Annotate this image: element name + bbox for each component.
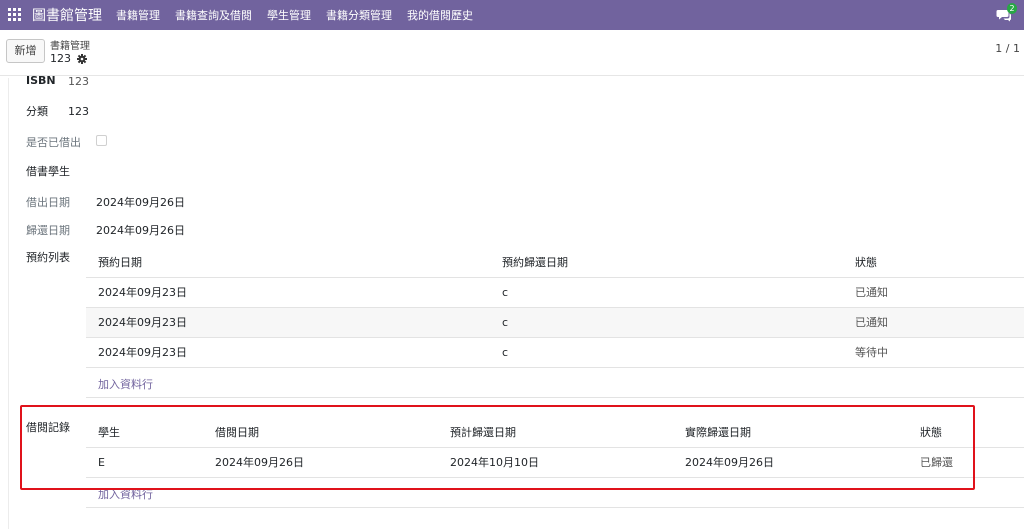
isbn-label: ISBN xyxy=(26,74,56,87)
cell-reserve-date: 2024年09月23日 xyxy=(98,286,187,299)
pager-value[interactable]: 1 / 1 xyxy=(995,42,1020,55)
cell-reserve-return-date: c xyxy=(502,316,509,329)
reservations-label: 預約列表 xyxy=(26,251,70,264)
add-reservation-line-link[interactable]: 加入資料行 xyxy=(98,376,153,392)
cell-reserve-return-date: c xyxy=(502,346,509,359)
table-row[interactable]: 2024年09月23日 c 已通知 xyxy=(86,278,1024,308)
column-header-borrow-date[interactable]: 借閱日期 xyxy=(215,418,259,448)
isbn-value[interactable]: 123 xyxy=(68,75,89,88)
cell-reserve-return-date: c xyxy=(502,286,509,299)
category-label: 分類 xyxy=(26,105,48,118)
table-row[interactable]: 2024年09月23日 c 已通知 xyxy=(86,308,1024,338)
borrowed-checkbox[interactable] xyxy=(96,135,107,146)
app-brand[interactable]: 圖書館管理 xyxy=(32,5,102,25)
messages-button[interactable]: 2 xyxy=(996,3,1017,24)
borrow-date-value[interactable]: 2024年09月26日 xyxy=(96,194,185,210)
control-panel: 新增 書籍管理 123 1 / 1 xyxy=(0,30,1024,76)
column-header-status[interactable]: 狀態 xyxy=(920,418,942,448)
cell-expected-return: 2024年10月10日 xyxy=(450,456,539,469)
category-value[interactable]: 123 xyxy=(68,105,89,118)
breadcrumb-current: 123 xyxy=(50,52,87,65)
history-label: 借閱記錄 xyxy=(26,421,70,434)
main-menu: 書籍管理 書籍查詢及借閱 學生管理 書籍分類管理 我的借閱歷史 xyxy=(116,7,488,23)
cell-reserve-date: 2024年09月23日 xyxy=(98,346,187,359)
gear-icon[interactable] xyxy=(77,53,87,64)
history-table: 學生 借閱日期 預計歸還日期 實際歸還日期 狀態 E 2024年09月26日 2… xyxy=(86,418,1024,510)
table-header: 學生 借閱日期 預計歸還日期 實際歸還日期 狀態 xyxy=(86,418,1024,448)
apps-menu-icon[interactable] xyxy=(8,8,21,21)
breadcrumb-current-label: 123 xyxy=(50,52,71,65)
borrow-date-label: 借出日期 xyxy=(26,196,70,209)
top-navbar: 圖書館管理 書籍管理 書籍查詢及借閱 學生管理 書籍分類管理 我的借閱歷史 2 xyxy=(0,0,1024,30)
cell-status: 已通知 xyxy=(855,316,888,329)
breadcrumb-parent[interactable]: 書籍管理 xyxy=(50,37,90,52)
cell-status: 已歸還 xyxy=(920,456,953,469)
add-line-row: 加入資料行 xyxy=(86,368,1024,398)
new-button[interactable]: 新增 xyxy=(6,39,45,63)
menu-item-my-history[interactable]: 我的借閱歷史 xyxy=(407,7,473,23)
column-header-status[interactable]: 狀態 xyxy=(855,248,877,278)
menu-item-book-management[interactable]: 書籍管理 xyxy=(116,7,160,23)
chat-count-badge: 2 xyxy=(1007,3,1017,14)
column-header-reserve-date[interactable]: 預約日期 xyxy=(98,248,142,278)
column-header-actual-return[interactable]: 實際歸還日期 xyxy=(685,418,751,448)
column-header-reserve-return-date[interactable]: 預約歸還日期 xyxy=(502,248,568,278)
return-date-label: 歸還日期 xyxy=(26,224,70,237)
add-line-row: 加入資料行 xyxy=(86,478,1024,508)
return-date-value[interactable]: 2024年09月26日 xyxy=(96,222,185,238)
cell-student: E xyxy=(98,456,105,469)
column-header-expected-return[interactable]: 預計歸還日期 xyxy=(450,418,516,448)
borrowed-label: 是否已借出 xyxy=(26,136,81,149)
table-header: 預約日期 預約歸還日期 狀態 xyxy=(86,248,1024,278)
menu-item-student-management[interactable]: 學生管理 xyxy=(267,7,311,23)
cell-actual-return: 2024年09月26日 xyxy=(685,456,774,469)
add-history-line-link[interactable]: 加入資料行 xyxy=(98,486,153,502)
cell-reserve-date: 2024年09月23日 xyxy=(98,316,187,329)
cell-status: 等待中 xyxy=(855,346,888,359)
table-row[interactable]: E 2024年09月26日 2024年10月10日 2024年09月26日 已歸… xyxy=(86,448,1024,478)
menu-item-category-management[interactable]: 書籍分類管理 xyxy=(326,7,392,23)
cell-borrow-date: 2024年09月26日 xyxy=(215,456,304,469)
menu-item-book-search[interactable]: 書籍查詢及借閱 xyxy=(175,7,252,23)
column-header-student[interactable]: 學生 xyxy=(98,418,120,448)
reservations-table: 預約日期 預約歸還日期 狀態 2024年09月23日 c 已通知 2024年09… xyxy=(86,248,1024,398)
table-row[interactable]: 2024年09月23日 c 等待中 xyxy=(86,338,1024,368)
cell-status: 已通知 xyxy=(855,286,888,299)
borrower-label: 借書學生 xyxy=(26,165,70,178)
